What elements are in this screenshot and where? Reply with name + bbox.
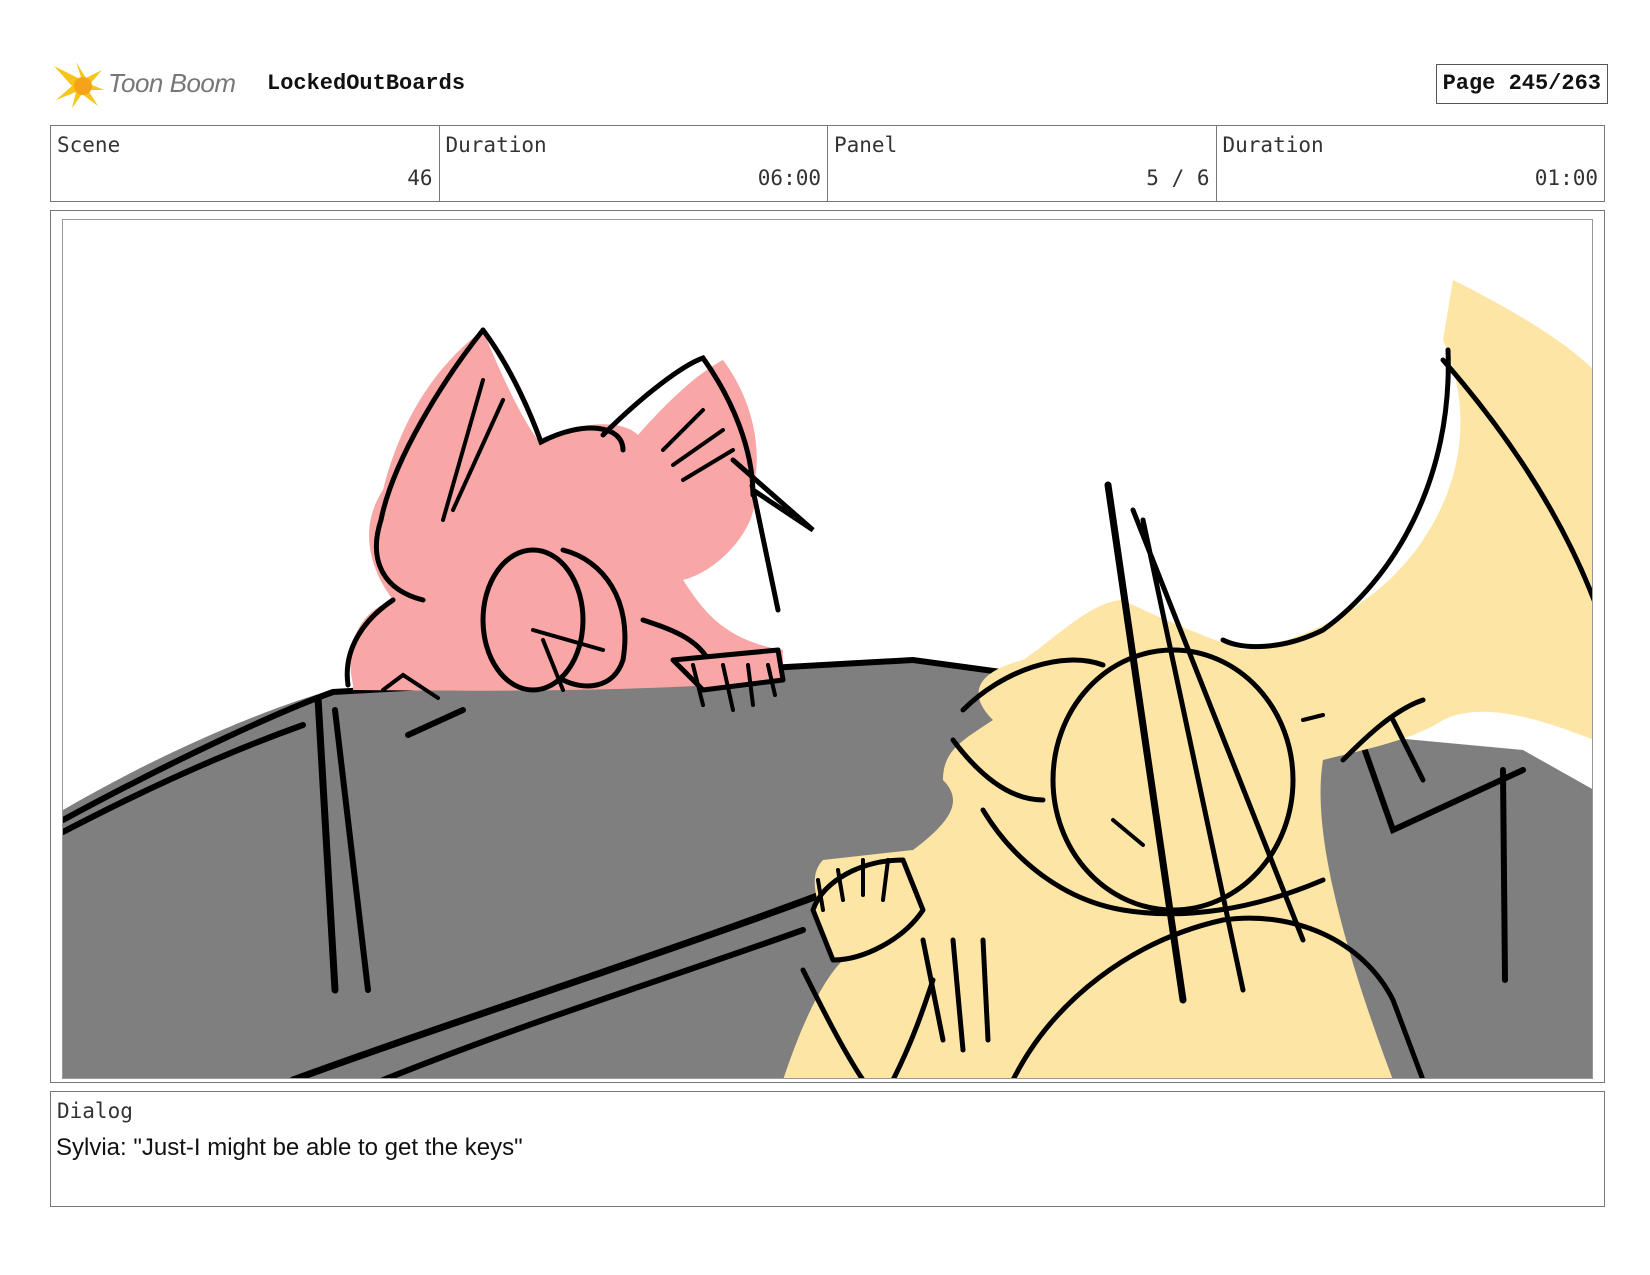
panel-duration-label: Duration bbox=[1222, 133, 1324, 157]
scene-duration-value: 06:00 bbox=[757, 166, 821, 190]
toon-boom-starburst-icon bbox=[54, 62, 104, 108]
scene-label: Scene bbox=[57, 133, 121, 157]
panel-drawing-area bbox=[62, 219, 1593, 1079]
page-header: Toon Boom LockedOutBoards Page 245/263 bbox=[52, 58, 1608, 112]
scene-duration-label: Duration bbox=[445, 133, 547, 157]
dialog-label: Dialog bbox=[57, 1099, 133, 1123]
scene-cell: Scene 46 bbox=[51, 126, 440, 201]
storyboard-sketch bbox=[63, 280, 1592, 1078]
pink-character-sketch bbox=[344, 327, 815, 712]
storyboard-panel bbox=[50, 210, 1605, 1083]
panel-duration-cell: Duration 01:00 bbox=[1217, 126, 1605, 201]
panel-label: Panel bbox=[834, 133, 898, 157]
scene-duration-cell: Duration 06:00 bbox=[440, 126, 828, 201]
dialog-text: Sylvia: "Just-I might be able to get the… bbox=[56, 1134, 523, 1161]
scene-value: 46 bbox=[407, 166, 433, 190]
project-title: LockedOutBoards bbox=[267, 71, 466, 96]
info-row: Scene 46 Duration 06:00 Panel 5 / 6 Dura… bbox=[50, 125, 1605, 202]
panel-value: 5 / 6 bbox=[1146, 166, 1210, 190]
panel-cell: Panel 5 / 6 bbox=[828, 126, 1217, 201]
toon-boom-logo: Toon Boom bbox=[52, 58, 252, 112]
panel-duration-value: 01:00 bbox=[1534, 166, 1598, 190]
logo-text: Toon Boom bbox=[108, 68, 236, 98]
dialog-box: Dialog Sylvia: "Just-I might be able to … bbox=[50, 1091, 1605, 1207]
page-number: Page 245/263 bbox=[1435, 64, 1608, 104]
